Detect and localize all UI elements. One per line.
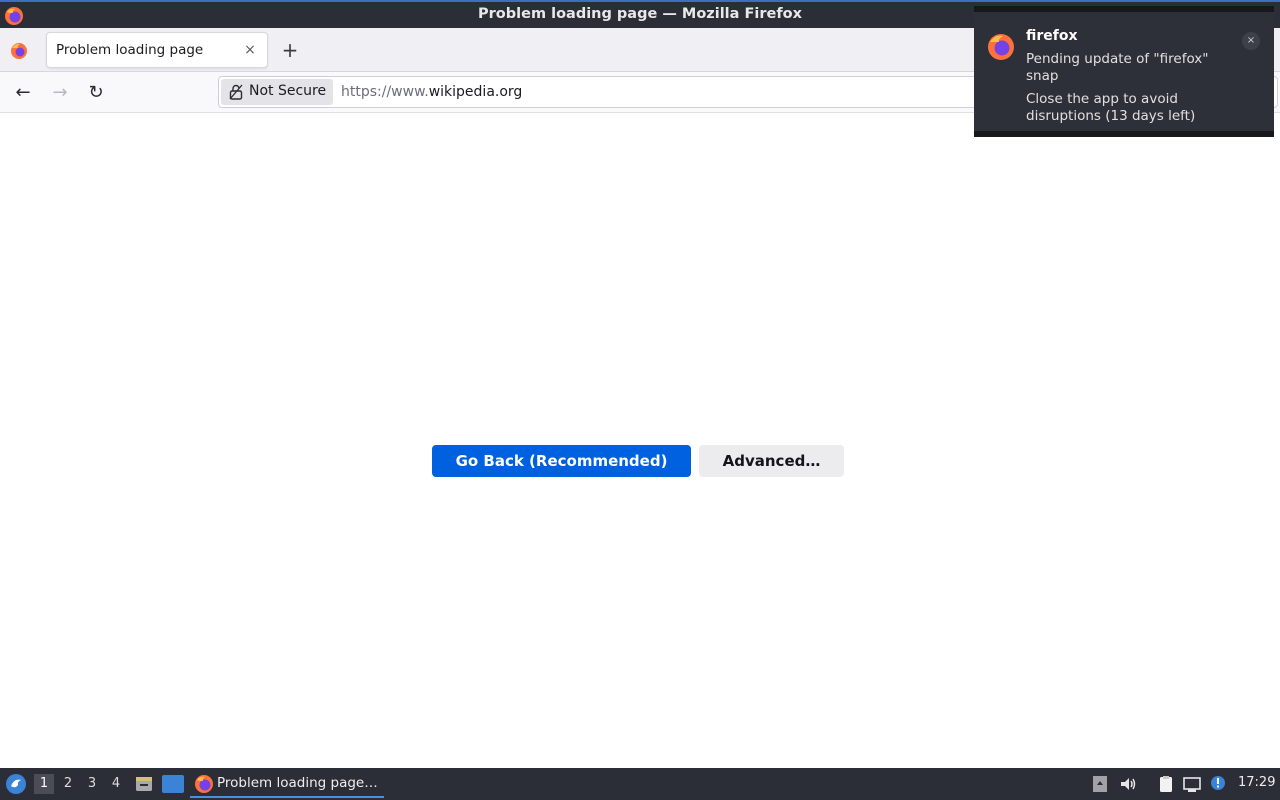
whisker-menu-icon[interactable]: [4, 772, 28, 796]
notification-detail: Close the app to avoid disruptions (13 d…: [1026, 91, 1196, 124]
network-icon[interactable]: [1182, 774, 1202, 794]
back-button[interactable]: ←: [10, 80, 36, 106]
firefox-view-icon[interactable]: [8, 40, 30, 62]
workspace-3[interactable]: 3: [82, 774, 102, 794]
tab-close-icon[interactable]: ×: [241, 41, 259, 59]
firefox-icon: [988, 34, 1014, 60]
go-back-button[interactable]: Go Back (Recommended): [432, 445, 691, 477]
security-label: Not Secure: [249, 83, 327, 99]
notification-close-icon[interactable]: ×: [1242, 32, 1260, 50]
firefox-icon: [195, 775, 213, 793]
notification-message: Pending update of "firefox" snap: [1026, 51, 1209, 84]
clock: 17:29: [1238, 775, 1276, 790]
show-desktop-icon[interactable]: [162, 775, 184, 793]
url-text[interactable]: https://www.wikipedia.org: [341, 84, 522, 100]
url-prefix: https://www.: [341, 84, 429, 100]
taskbar-firefox-task[interactable]: Problem loading page…: [190, 770, 384, 798]
workspace-2[interactable]: 2: [58, 774, 78, 794]
notification-title: firefox: [1026, 28, 1078, 44]
storage-icon[interactable]: [1090, 774, 1110, 794]
workspace-4[interactable]: 4: [106, 774, 126, 794]
taskbar: 1 2 3 4 Problem loading page… 17:29: [0, 768, 1280, 800]
clipboard-icon[interactable]: [1156, 774, 1176, 794]
forward-button[interactable]: →: [47, 80, 73, 106]
new-tab-button[interactable]: +: [278, 38, 302, 62]
url-domain: wikipedia.org: [428, 84, 523, 100]
task-label: Problem loading page…: [217, 775, 378, 791]
page-content: Go Back (Recommended) Advanced…: [0, 113, 1280, 768]
reload-button[interactable]: ↻: [83, 80, 109, 106]
notification-alert-icon[interactable]: [1208, 774, 1228, 794]
workspace-1[interactable]: 1: [34, 774, 54, 794]
advanced-button[interactable]: Advanced…: [699, 445, 844, 477]
update-notification[interactable]: firefox Pending update of "firefox" snap…: [974, 6, 1274, 137]
tab-label: Problem loading page: [56, 42, 204, 58]
security-indicator[interactable]: Not Secure: [221, 79, 333, 105]
file-manager-icon[interactable]: [134, 774, 154, 794]
volume-icon[interactable]: [1118, 774, 1138, 794]
tab-problem-loading[interactable]: Problem loading page ×: [46, 32, 268, 68]
insecure-lock-icon: [229, 84, 243, 100]
